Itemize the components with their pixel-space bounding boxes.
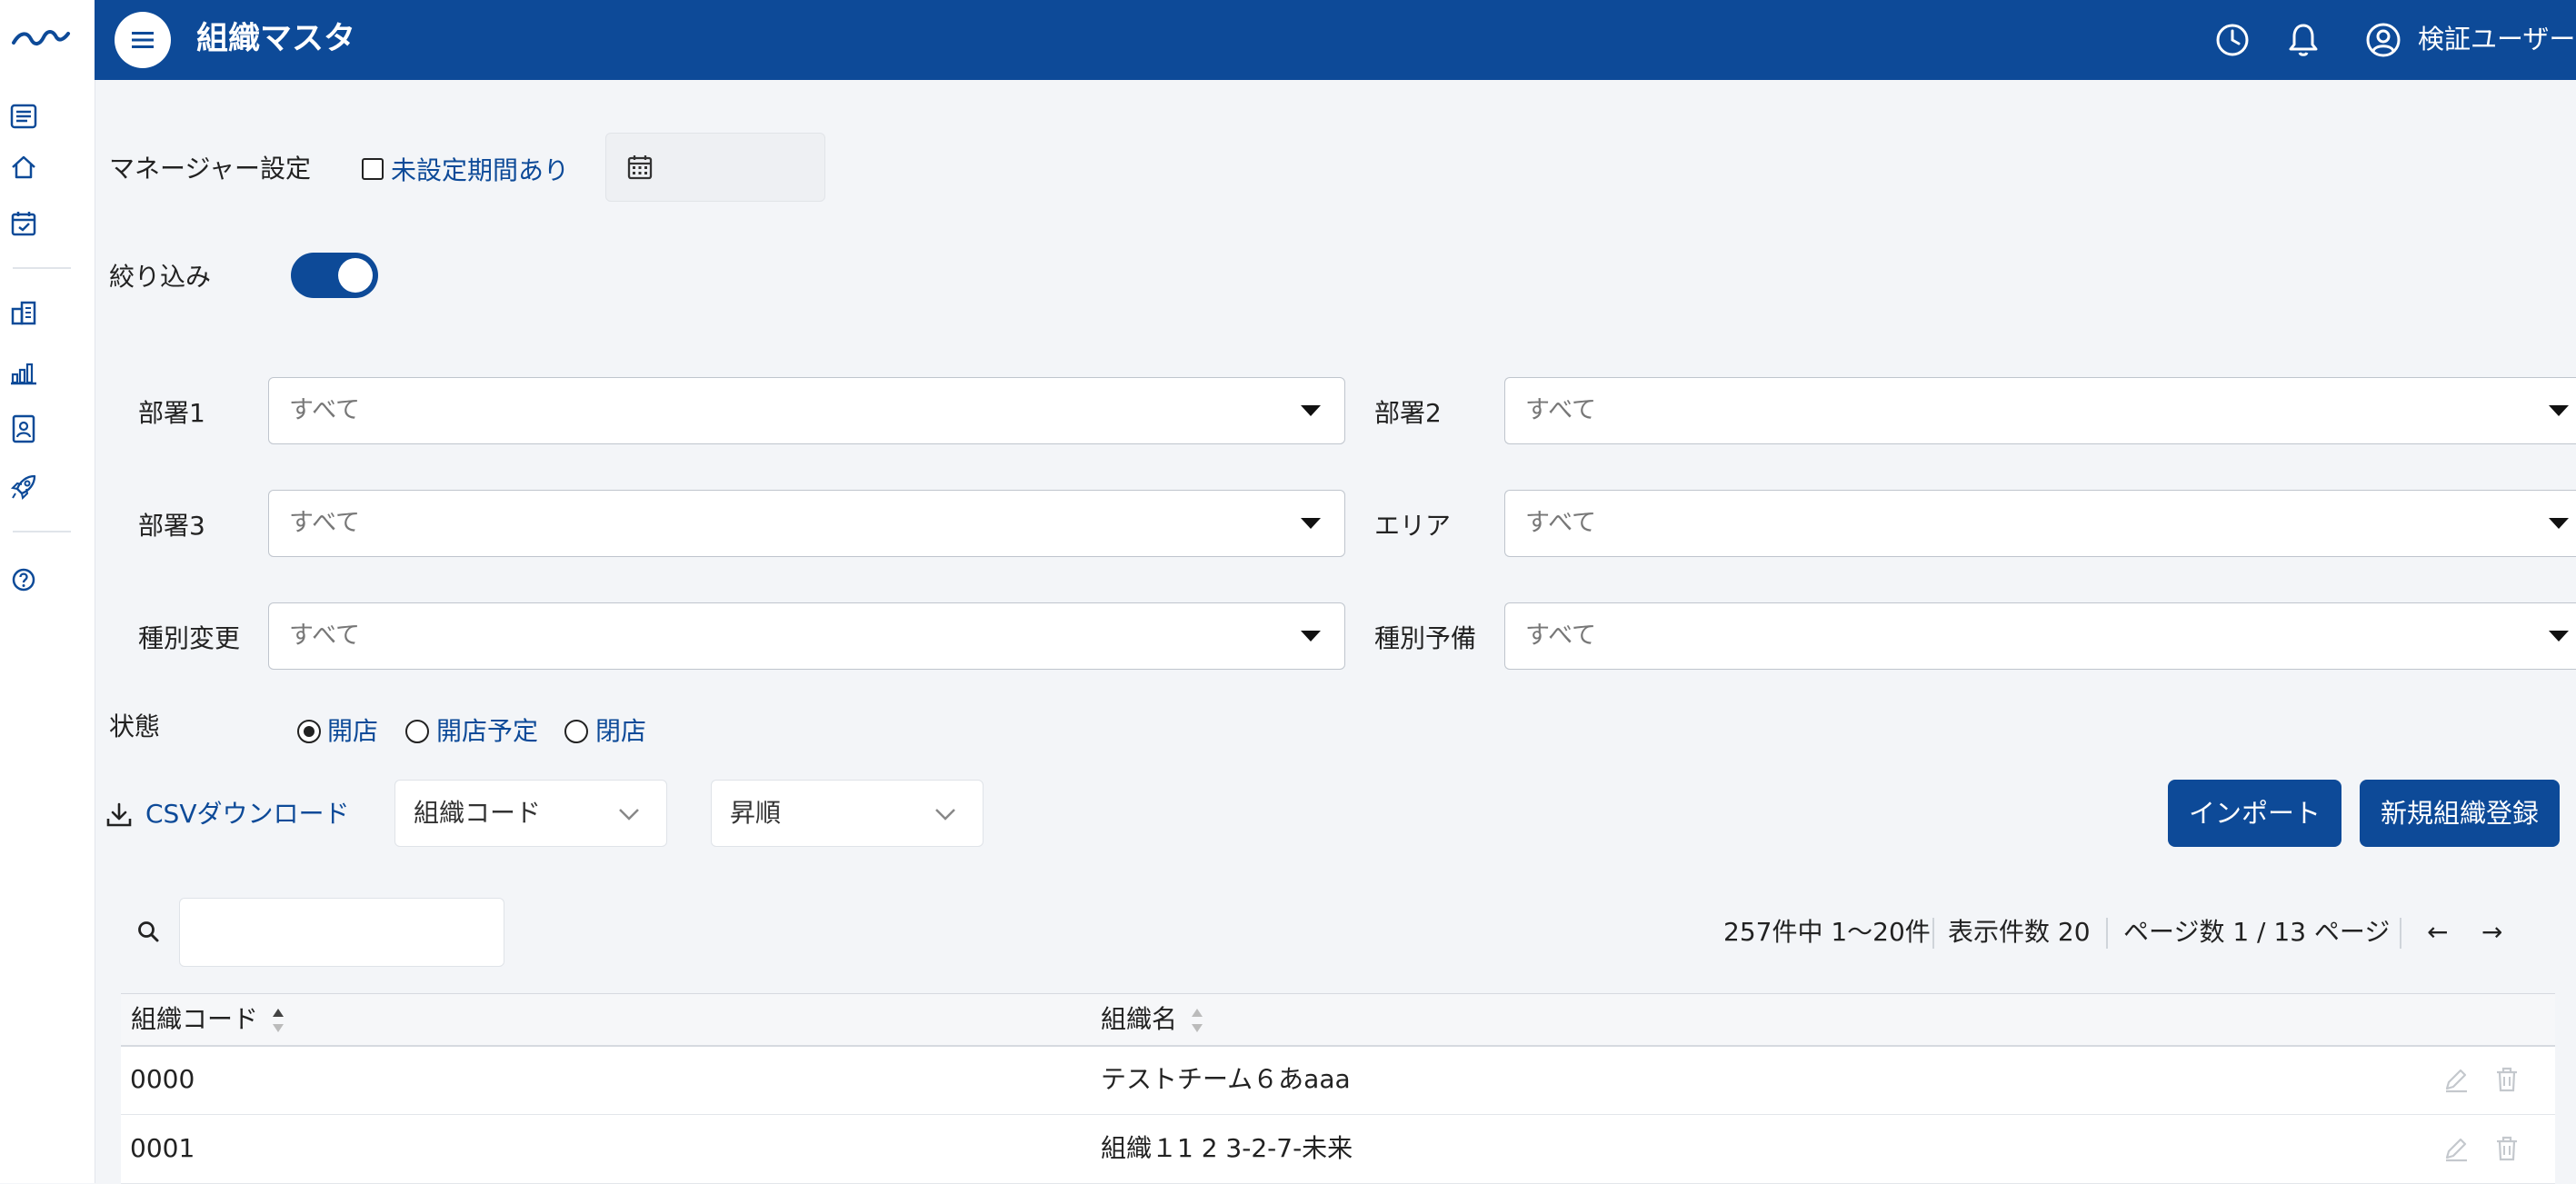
caret-down-icon [1301, 518, 1321, 529]
help-icon[interactable] [9, 565, 38, 594]
dept2-label: 部署2 [1374, 398, 1442, 428]
csv-download-label: CSVダウンロード [145, 799, 350, 829]
status-radio-open[interactable] [297, 720, 321, 743]
type-change-label: 種別変更 [138, 623, 241, 653]
dept3-value: すべて [289, 509, 361, 537]
unset-period-checkbox[interactable] [362, 158, 384, 180]
dept1-label: 部署1 [138, 398, 205, 428]
status-radio-planned[interactable] [405, 720, 429, 743]
page-info: ページ数 1 / 13 ページ [2123, 917, 2391, 947]
cell-code: 0001 [130, 1133, 195, 1163]
status-option-closed[interactable]: 閉店 [595, 713, 646, 750]
manager-setting-label: マネージャー設定 [109, 154, 312, 184]
list-icon[interactable] [9, 102, 38, 131]
area-value: すべて [1525, 509, 1597, 537]
table-header: 組織コード 組織名 [121, 993, 2555, 1047]
dept2-value: すべて [1525, 396, 1597, 424]
page-title: 組織マスタ [196, 21, 356, 57]
dept3-select[interactable]: すべて [268, 490, 1345, 557]
sort-icon[interactable] [1191, 1007, 1203, 1034]
cell-name: 組織１1 2 3-2-7-未来 [1101, 1133, 1353, 1163]
filter-toggle-label: 絞り込み [109, 262, 212, 292]
type-spare-select[interactable]: すべて [1504, 602, 2576, 670]
search-icon [138, 921, 159, 942]
filter-toggle[interactable] [291, 253, 378, 298]
unset-period-label[interactable]: 未設定期間あり [391, 153, 569, 189]
sort-order-select[interactable]: 昇順 [711, 780, 983, 847]
caret-down-icon [1301, 405, 1321, 416]
divider [2400, 918, 2401, 949]
status-option-open[interactable]: 開店 [327, 713, 378, 750]
download-icon [106, 802, 132, 827]
date-picker[interactable] [605, 133, 825, 202]
bar-chart-icon[interactable] [9, 358, 38, 387]
next-page-button[interactable]: → [2481, 914, 2502, 950]
cell-code: 0000 [130, 1064, 195, 1094]
history-icon[interactable] [2212, 20, 2252, 60]
dept2-select[interactable]: すべて [1504, 377, 2576, 444]
user-circle-icon[interactable] [2363, 20, 2403, 60]
sort-field-value: 組織コード [414, 798, 542, 828]
dept1-select[interactable]: すべて [268, 377, 1345, 444]
search-input[interactable] [179, 898, 504, 967]
trash-icon[interactable] [2491, 1133, 2522, 1164]
divider [2106, 918, 2108, 949]
menu-icon [132, 32, 154, 48]
new-organization-button[interactable]: 新規組織登録 [2360, 780, 2560, 847]
trash-icon[interactable] [2491, 1064, 2522, 1095]
area-select[interactable]: すべて [1504, 490, 2576, 557]
toggle-knob [338, 258, 373, 293]
status-radio-closed[interactable] [564, 720, 588, 743]
bell-icon[interactable] [2283, 20, 2323, 60]
id-badge-icon[interactable] [9, 414, 38, 443]
type-change-value: すべて [289, 622, 361, 650]
caret-down-icon [2549, 631, 2569, 642]
status-label: 状態 [109, 711, 161, 741]
cell-name: テストチーム６あaaa [1101, 1064, 1351, 1094]
edit-icon[interactable] [2441, 1064, 2471, 1095]
column-header-code[interactable]: 組織コード [131, 1001, 258, 1038]
calendar-check-icon[interactable] [9, 209, 38, 238]
csv-download-button[interactable]: CSVダウンロード [105, 796, 349, 836]
sidebar-divider [13, 267, 71, 269]
sidebar [0, 0, 95, 1183]
page-size[interactable]: 表示件数 20 [1948, 914, 2091, 950]
prev-page-button[interactable]: ← [2427, 914, 2448, 950]
chevron-down-icon [619, 809, 639, 821]
home-icon[interactable] [9, 153, 38, 182]
logo-icon[interactable] [9, 20, 73, 53]
user-name[interactable]: 検証ユーザー [2418, 18, 2575, 60]
menu-button[interactable] [115, 12, 171, 68]
sort-asc-icon[interactable] [272, 1007, 285, 1034]
divider [1932, 918, 1934, 949]
rocket-icon[interactable] [9, 473, 38, 502]
sort-order-value: 昇順 [730, 798, 782, 828]
type-spare-value: すべて [1525, 622, 1597, 650]
calendar-icon [627, 155, 653, 180]
top-bar: 組織マスタ 検証ユーザー [95, 0, 2576, 80]
sidebar-divider [13, 531, 71, 532]
status-option-planned[interactable]: 開店予定 [436, 713, 538, 750]
building-icon[interactable] [9, 298, 38, 327]
pagination-summary: 257件中 1〜20件 [1723, 917, 1931, 947]
table-row[interactable]: 0001 組織１1 2 3-2-7-未来 [121, 1115, 2555, 1184]
organization-table: 組織コード 組織名 0000 テストチーム６あaaa 0001 組織１1 2 3… [121, 993, 2555, 1184]
edit-icon[interactable] [2441, 1133, 2471, 1164]
sort-field-select[interactable]: 組織コード [394, 780, 667, 847]
caret-down-icon [2549, 518, 2569, 529]
chevron-down-icon [935, 809, 955, 821]
caret-down-icon [1301, 631, 1321, 642]
table-row[interactable]: 0000 テストチーム６あaaa [121, 1046, 2555, 1115]
column-header-name[interactable]: 組織名 [1101, 1001, 1177, 1038]
area-label: エリア [1374, 511, 1452, 541]
dept3-label: 部署3 [138, 511, 205, 541]
type-change-select[interactable]: すべて [268, 602, 1345, 670]
dept1-value: すべて [289, 396, 361, 424]
import-button[interactable]: インポート [2168, 780, 2341, 847]
type-spare-label: 種別予備 [1374, 623, 1477, 653]
caret-down-icon [2549, 405, 2569, 416]
